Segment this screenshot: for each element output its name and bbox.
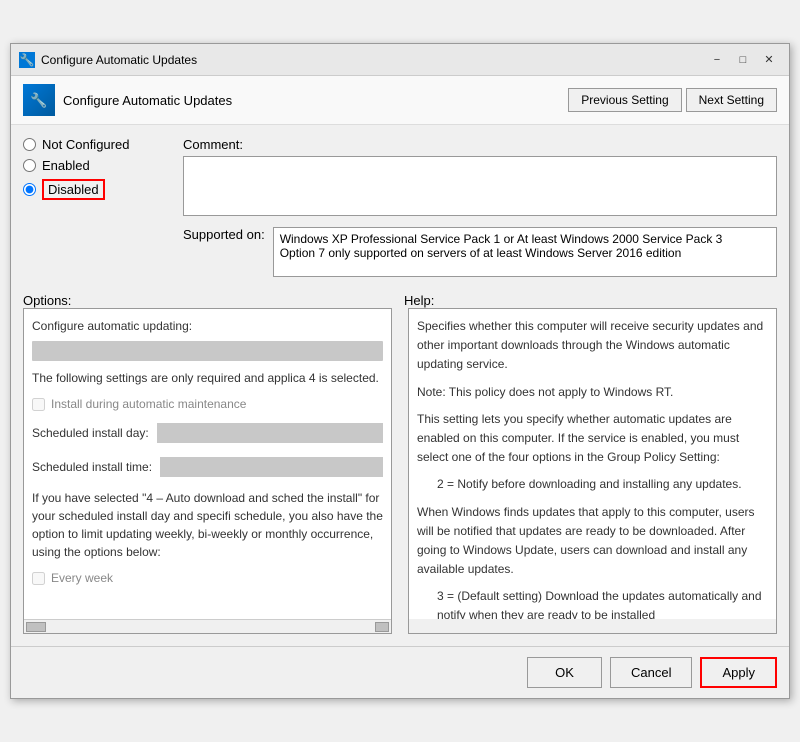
install-checkbox-label: Install during automatic maintenance	[51, 395, 246, 413]
header-bar: 🔧 Configure Automatic Updates Previous S…	[11, 76, 789, 125]
if-selected-text: If you have selected "4 – Auto download …	[32, 489, 383, 561]
help-para4: 2 = Notify before downloading and instal…	[437, 475, 768, 494]
configure-label: Configure automatic updating:	[32, 317, 383, 335]
next-setting-button[interactable]: Next Setting	[686, 88, 777, 112]
disabled-radio[interactable]	[23, 183, 36, 196]
not-configured-radio[interactable]	[23, 138, 36, 151]
every-week-checkbox[interactable]	[32, 572, 45, 585]
header-title: Configure Automatic Updates	[63, 93, 560, 108]
scheduled-time-row: Scheduled install time:	[32, 453, 383, 481]
help-para6: 3 = (Default setting) Download the updat…	[437, 587, 768, 619]
supported-on-text: Windows XP Professional Service Pack 1 o…	[280, 232, 723, 260]
help-para1: Specifies whether this computer will rec…	[417, 317, 768, 375]
scheduled-time-dropdown[interactable]	[160, 457, 383, 477]
options-hscrollbar[interactable]	[24, 619, 391, 633]
configure-dropdown[interactable]	[32, 341, 383, 361]
main-window: 🔧 Configure Automatic Updates − □ ✕ 🔧 Co…	[10, 43, 790, 699]
options-panel: Configure automatic updating: The follow…	[23, 308, 392, 634]
enabled-label[interactable]: Enabled	[42, 158, 90, 173]
disabled-row: Disabled	[23, 179, 183, 200]
scheduled-day-label: Scheduled install day:	[32, 424, 149, 442]
install-checkbox-row: Install during automatic maintenance	[32, 395, 383, 413]
content-area: Not Configured Enabled Disabled	[11, 125, 789, 646]
comment-label: Comment:	[183, 137, 777, 152]
help-scroll[interactable]: Specifies whether this computer will rec…	[409, 309, 776, 619]
enabled-radio[interactable]	[23, 159, 36, 172]
nav-buttons: Previous Setting Next Setting	[568, 88, 777, 112]
maximize-button[interactable]: □	[731, 50, 755, 70]
scheduled-day-row: Scheduled install day:	[32, 419, 383, 447]
cancel-button[interactable]: Cancel	[610, 657, 692, 688]
every-week-row: Every week	[32, 569, 383, 587]
section-labels: Options: Help:	[23, 293, 777, 308]
enabled-row: Enabled	[23, 158, 183, 173]
following-text: The following settings are only required…	[32, 369, 383, 387]
options-scroll[interactable]: Configure automatic updating: The follow…	[24, 309, 391, 619]
footer: OK Cancel Apply	[11, 646, 789, 698]
help-para5: When Windows finds updates that apply to…	[417, 503, 768, 580]
help-section-label: Help:	[404, 293, 434, 308]
scheduled-day-dropdown[interactable]	[157, 423, 383, 443]
radio-section: Not Configured Enabled Disabled	[23, 137, 183, 212]
scheduled-time-label: Scheduled install time:	[32, 458, 152, 476]
title-bar: 🔧 Configure Automatic Updates − □ ✕	[11, 44, 789, 76]
disabled-box: Disabled	[42, 179, 105, 200]
options-section-label: Options:	[23, 293, 71, 308]
window-title: Configure Automatic Updates	[41, 53, 705, 67]
window-icon: 🔧	[19, 52, 35, 68]
not-configured-row: Not Configured	[23, 137, 183, 152]
panels-container: Configure automatic updating: The follow…	[23, 308, 777, 634]
options-content: Configure automatic updating: The follow…	[32, 317, 383, 587]
form-top: Not Configured Enabled Disabled	[23, 137, 777, 289]
right-side: Comment: Supported on: Windows XP Profes…	[183, 137, 777, 289]
install-checkbox[interactable]	[32, 398, 45, 411]
help-content: Specifies whether this computer will rec…	[417, 317, 768, 619]
minimize-button[interactable]: −	[705, 50, 729, 70]
comment-section: Comment:	[183, 137, 777, 219]
help-para3: This setting lets you specify whether au…	[417, 410, 768, 468]
ok-button[interactable]: OK	[527, 657, 602, 688]
supported-on-box: Windows XP Professional Service Pack 1 o…	[273, 227, 777, 277]
window-controls: − □ ✕	[705, 50, 781, 70]
help-para2: Note: This policy does not apply to Wind…	[417, 383, 768, 402]
supported-on-section: Supported on: Windows XP Professional Se…	[183, 227, 777, 277]
help-panel: Specifies whether this computer will rec…	[408, 308, 777, 634]
every-week-label: Every week	[51, 569, 113, 587]
comment-textarea[interactable]	[183, 156, 777, 216]
close-button[interactable]: ✕	[757, 50, 781, 70]
supported-on-label: Supported on:	[183, 227, 265, 242]
not-configured-label[interactable]: Not Configured	[42, 137, 129, 152]
apply-button[interactable]: Apply	[700, 657, 777, 688]
previous-setting-button[interactable]: Previous Setting	[568, 88, 681, 112]
header-icon: 🔧	[23, 84, 55, 116]
disabled-label[interactable]: Disabled	[48, 182, 99, 197]
